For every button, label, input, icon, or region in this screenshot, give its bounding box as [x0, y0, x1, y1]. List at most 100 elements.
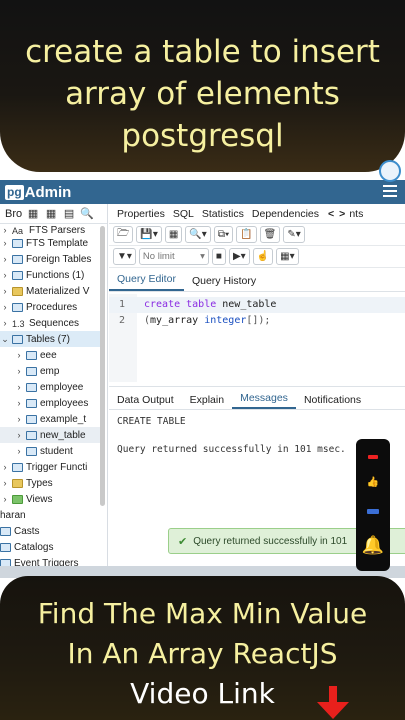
tree-item-table-emp[interactable]: › emp: [0, 363, 100, 379]
tree-item-fts-parsers[interactable]: › Aa FTS Parsers: [0, 225, 100, 235]
tab-query-editor[interactable]: Query Editor: [109, 273, 184, 291]
delete-icon[interactable]: 🗑: [259, 226, 281, 243]
tree-item-functions[interactable]: › Functions (1): [0, 267, 100, 283]
tab-query-history[interactable]: Query History: [184, 275, 264, 291]
tab-notifications[interactable]: Notifications: [296, 394, 369, 409]
materialized-view-icon: [12, 286, 23, 296]
tree-item-sequences[interactable]: › 1.3 Sequences: [0, 315, 100, 331]
bell-icon[interactable]: 🔔: [356, 535, 390, 556]
view-icon[interactable]: ▤: [62, 207, 76, 221]
tree-item-materialized-views[interactable]: › Materialized V: [0, 283, 100, 299]
open-file-icon[interactable]: 🗁: [113, 226, 134, 243]
tree-item-foreign-tables[interactable]: › Foreign Tables: [0, 251, 100, 267]
tree-item-table-example[interactable]: › example_t: [0, 411, 100, 427]
browser-label: Bro: [5, 207, 23, 220]
tree-item-table-new-table[interactable]: › new_table: [0, 427, 100, 443]
save-icon[interactable]: 💾▾: [136, 226, 162, 243]
promo-line-1: Find The Max Min Value: [37, 597, 368, 630]
tree-item-label: new_table: [40, 429, 86, 441]
minus-icon[interactable]: [356, 455, 390, 459]
tab-messages[interactable]: Messages: [232, 392, 296, 409]
tree-item-label: FTS Template: [26, 237, 89, 249]
views-icon: [12, 494, 23, 504]
tab-sql[interactable]: SQL: [173, 208, 194, 220]
sql-keyword: create table: [144, 299, 217, 310]
tab-data-output[interactable]: Data Output: [109, 394, 182, 409]
trigger-function-icon: [12, 462, 23, 472]
tree-item-schema[interactable]: haran: [0, 507, 100, 523]
tree-item-trigger-functions[interactable]: › Trigger Functi: [0, 459, 100, 475]
tree-item-label: employees: [40, 397, 89, 409]
macro-icon[interactable]: ▦▾: [276, 248, 299, 265]
code-line-2[interactable]: 2 (my_array integer[]);: [109, 313, 405, 329]
tabs-scroll-left-icon[interactable]: <: [328, 208, 334, 220]
output-tabs: Data Output Explain Messages Notificatio…: [109, 388, 405, 410]
filter-icon[interactable]: ▼▾: [113, 248, 136, 265]
commit-icon[interactable]: ☝: [252, 248, 274, 265]
tabs-scroll-right-icon[interactable]: >: [339, 208, 345, 220]
tree-item-table-employee[interactable]: › employee: [0, 379, 100, 395]
tree-item-label: Tables (7): [26, 333, 70, 345]
foreign-table-icon: [12, 254, 23, 264]
tree-item-fts-template[interactable]: › FTS Template: [0, 235, 100, 251]
panel-tabs: Properties SQL Statistics Dependencies <…: [109, 204, 405, 224]
tree-item-label: Foreign Tables: [26, 253, 92, 265]
edit-icon[interactable]: ✎▾: [283, 226, 305, 243]
tree-item-label: example_t: [40, 413, 87, 425]
edit-data-icon[interactable]: ▦: [164, 226, 183, 243]
table-icon: [26, 446, 37, 456]
tables-icon: [12, 334, 23, 344]
message-icon[interactable]: [356, 509, 390, 514]
tree-item-label: employee: [40, 381, 84, 393]
sql-editor[interactable]: 1 create table new_table 2 (my_array int…: [109, 294, 405, 382]
copy-icon[interactable]: ⧉▾: [213, 226, 234, 243]
hamburger-menu-icon[interactable]: [383, 185, 397, 197]
query-toolbar-row-1: 🗁 💾▾ ▦ 🔍▾ ⧉▾ 📋 🗑 ✎▾: [109, 224, 405, 246]
browser-vertical-scrollbar[interactable]: [100, 226, 105, 506]
tree-item-table-eee[interactable]: › eee: [0, 347, 100, 363]
table-icon: [26, 430, 37, 440]
browser-toolbar: Bro ▦ ▦ ▤ 🔍: [0, 204, 107, 224]
tree-item-types[interactable]: › Types: [0, 475, 100, 491]
tab-dependencies[interactable]: Dependencies: [252, 208, 319, 220]
tree-item-tables[interactable]: ⌄ Tables (7): [0, 331, 100, 347]
down-arrow-icon: [317, 686, 349, 719]
find-icon[interactable]: 🔍▾: [185, 226, 211, 243]
tree-item-casts[interactable]: Casts: [0, 523, 100, 539]
panel-splitter[interactable]: [109, 386, 405, 387]
tab-dependents[interactable]: nts: [349, 208, 363, 220]
stop-icon[interactable]: ■: [211, 248, 226, 265]
tree-item-procedures[interactable]: › Procedures: [0, 299, 100, 315]
table-icon: [26, 350, 37, 360]
table-icon: [26, 382, 37, 392]
tree-item-label: Types: [26, 477, 53, 489]
tab-properties[interactable]: Properties: [117, 208, 165, 220]
column-type: integer: [198, 315, 247, 326]
tree-item-catalogs[interactable]: Catalogs: [0, 539, 100, 555]
tree-item-label: eee: [40, 349, 57, 361]
tree-item-table-student[interactable]: › student: [0, 443, 100, 459]
row-limit-select[interactable]: No limit ▾: [138, 248, 209, 265]
message-line-1: CREATE TABLE: [117, 416, 186, 427]
code-line-1[interactable]: 1 create table new_table: [109, 297, 405, 313]
paste-icon[interactable]: 📋: [236, 226, 257, 243]
tab-explain[interactable]: Explain: [182, 394, 232, 409]
tree-item-label: Views: [26, 493, 53, 505]
tree-item-views[interactable]: › Views: [0, 491, 100, 507]
banner-line-2: array of elements: [65, 76, 340, 112]
table-icon: [26, 414, 37, 424]
search-icon[interactable]: 🔍: [80, 207, 94, 221]
tree-item-label: haran: [0, 509, 26, 521]
sequence-icon: 1.3: [12, 318, 25, 329]
tree-item-label: Procedures: [26, 301, 78, 313]
floating-action-bar: 👍 🔔: [356, 439, 390, 571]
database-icon[interactable]: ▦: [26, 207, 40, 221]
promo-line-2: In An Array ReactJS: [67, 637, 338, 670]
table-icon: [26, 398, 37, 408]
tree-item-label: Sequences: [29, 317, 80, 329]
table-grid-icon[interactable]: ▦: [44, 207, 58, 221]
thumbs-up-icon[interactable]: 👍: [356, 477, 390, 488]
tree-item-table-employees[interactable]: › employees: [0, 395, 100, 411]
execute-icon[interactable]: ▶▾: [228, 248, 250, 265]
tab-statistics[interactable]: Statistics: [202, 208, 244, 220]
